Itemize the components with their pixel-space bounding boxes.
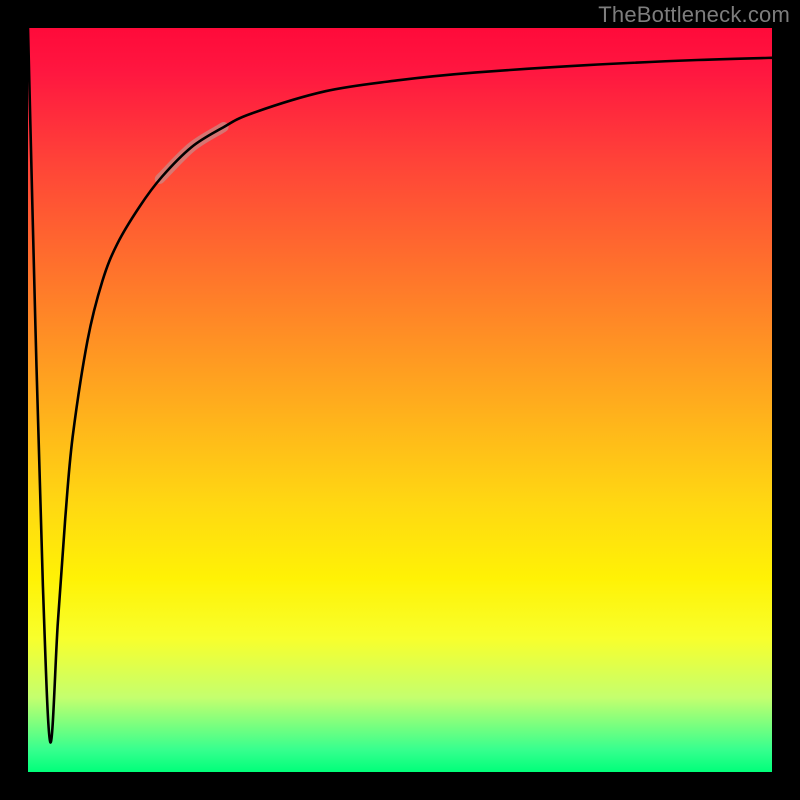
highlight-segment [160, 127, 224, 179]
curve-svg [28, 28, 772, 772]
watermark-text: TheBottleneck.com [598, 2, 790, 28]
chart-frame: TheBottleneck.com [0, 0, 800, 800]
bottleneck-curve [28, 28, 772, 743]
plot-area [28, 28, 772, 772]
